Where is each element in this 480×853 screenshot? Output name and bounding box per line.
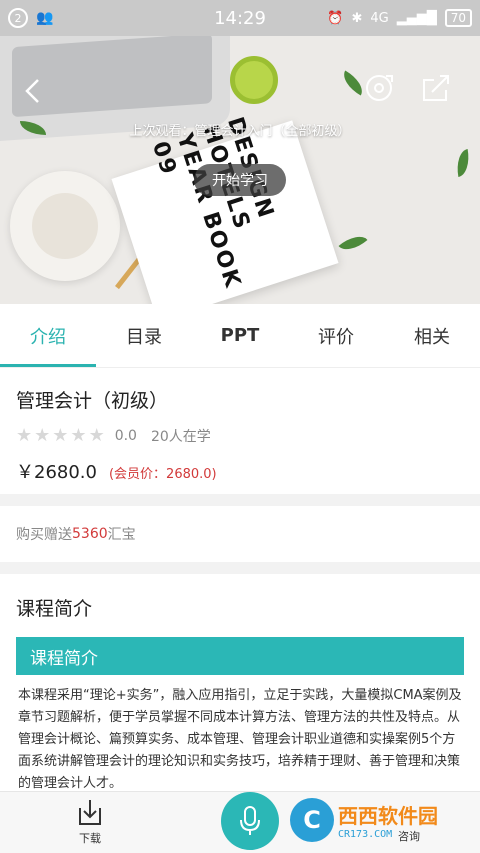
price-row: ￥2680.0 (会员价：2680.0): [16, 458, 464, 484]
intro-title-bar: 课程简介: [16, 637, 464, 675]
tab-intro[interactable]: 介绍: [0, 304, 96, 367]
purchase-gift: 购买赠送 5360 汇宝: [0, 506, 480, 562]
star-icon: ★: [88, 425, 105, 446]
watermark-en: CR173.COM: [338, 829, 393, 840]
course-info: 管理会计（初级） ★ ★ ★ ★ ★ 0.0 20人在学 ￥2680.0 (会员…: [0, 368, 480, 494]
download-icon: [77, 798, 103, 826]
member-price: (会员价：2680.0): [108, 467, 217, 482]
star-icon: ★: [52, 425, 69, 446]
share-icon[interactable]: [420, 72, 452, 104]
watermark-cn: 西西软件园: [338, 804, 438, 828]
course-title: 管理会计（初级）: [16, 390, 169, 412]
leaf-image: [338, 229, 368, 257]
bluetooth-icon: ✱: [351, 10, 363, 26]
notification-badge: 2: [8, 8, 28, 28]
microphone-button[interactable]: [221, 792, 279, 850]
user-icon: 👥: [36, 10, 54, 26]
cup-image: [10, 171, 120, 281]
back-arrow-icon[interactable]: [18, 76, 48, 106]
last-watched-text: 上次观看：管理会计入门（全部初级）: [129, 124, 351, 139]
status-bar: 2 👥 14:29 ⏰ ✱ 4G ▂▄▆█ 70: [0, 0, 480, 36]
star-icon: ★: [16, 425, 33, 446]
book-image: DESIGN HOTELS YEAR BOOK 09: [111, 114, 339, 304]
clock-image: [230, 56, 278, 104]
bottom-action-bar: 下载 C 西西软件园 CR173.COM 咨询: [0, 791, 480, 853]
watermark: C 西西软件园 CR173.COM: [290, 798, 478, 842]
tab-catalog[interactable]: 目录: [96, 304, 192, 367]
tab-related[interactable]: 相关: [384, 304, 480, 367]
course-cover: DESIGN HOTELS YEAR BOOK 09 上次观看：管理会计入门（全…: [0, 36, 480, 304]
watermark-logo-icon: C: [290, 798, 334, 842]
intro-heading: 课程简介: [16, 598, 93, 620]
learner-count: 20人在学: [150, 428, 211, 445]
gift-amount: 5360: [72, 526, 108, 542]
network-label: 4G: [370, 10, 389, 26]
battery-icon: 70: [444, 9, 472, 27]
book-cover-text: DESIGN HOTELS YEAR BOOK 09: [146, 114, 279, 293]
intro-description: 本课程采用“理论+实务”，融入应用指引，立足于实践，大量模拟CMA案例及章节习题…: [18, 688, 462, 791]
rating-value: 0.0: [114, 427, 137, 444]
download-button[interactable]: 下载: [62, 798, 118, 846]
microphone-icon: [240, 806, 260, 835]
course-tabs: 介绍 目录 PPT 评价 相关: [0, 304, 480, 368]
alarm-icon: ⏰: [327, 10, 344, 26]
start-learning-button[interactable]: 开始学习: [194, 164, 286, 196]
consult-label[interactable]: 咨询: [398, 828, 420, 844]
tab-reviews[interactable]: 评价: [288, 304, 384, 367]
audio-disc-icon[interactable]: [364, 72, 396, 104]
star-icon: ★: [34, 425, 51, 446]
course-price: ￥2680.0: [16, 462, 97, 483]
tab-ppt[interactable]: PPT: [192, 304, 288, 367]
signal-icon: ▂▄▆█: [396, 10, 437, 26]
gift-prefix: 购买赠送: [16, 527, 72, 543]
leaf-image: [453, 148, 473, 178]
star-icon: ★: [70, 425, 87, 446]
gift-suffix: 汇宝: [107, 527, 136, 543]
rating-row: ★ ★ ★ ★ ★ 0.0 20人在学: [16, 425, 464, 446]
download-label: 下载: [79, 832, 101, 845]
